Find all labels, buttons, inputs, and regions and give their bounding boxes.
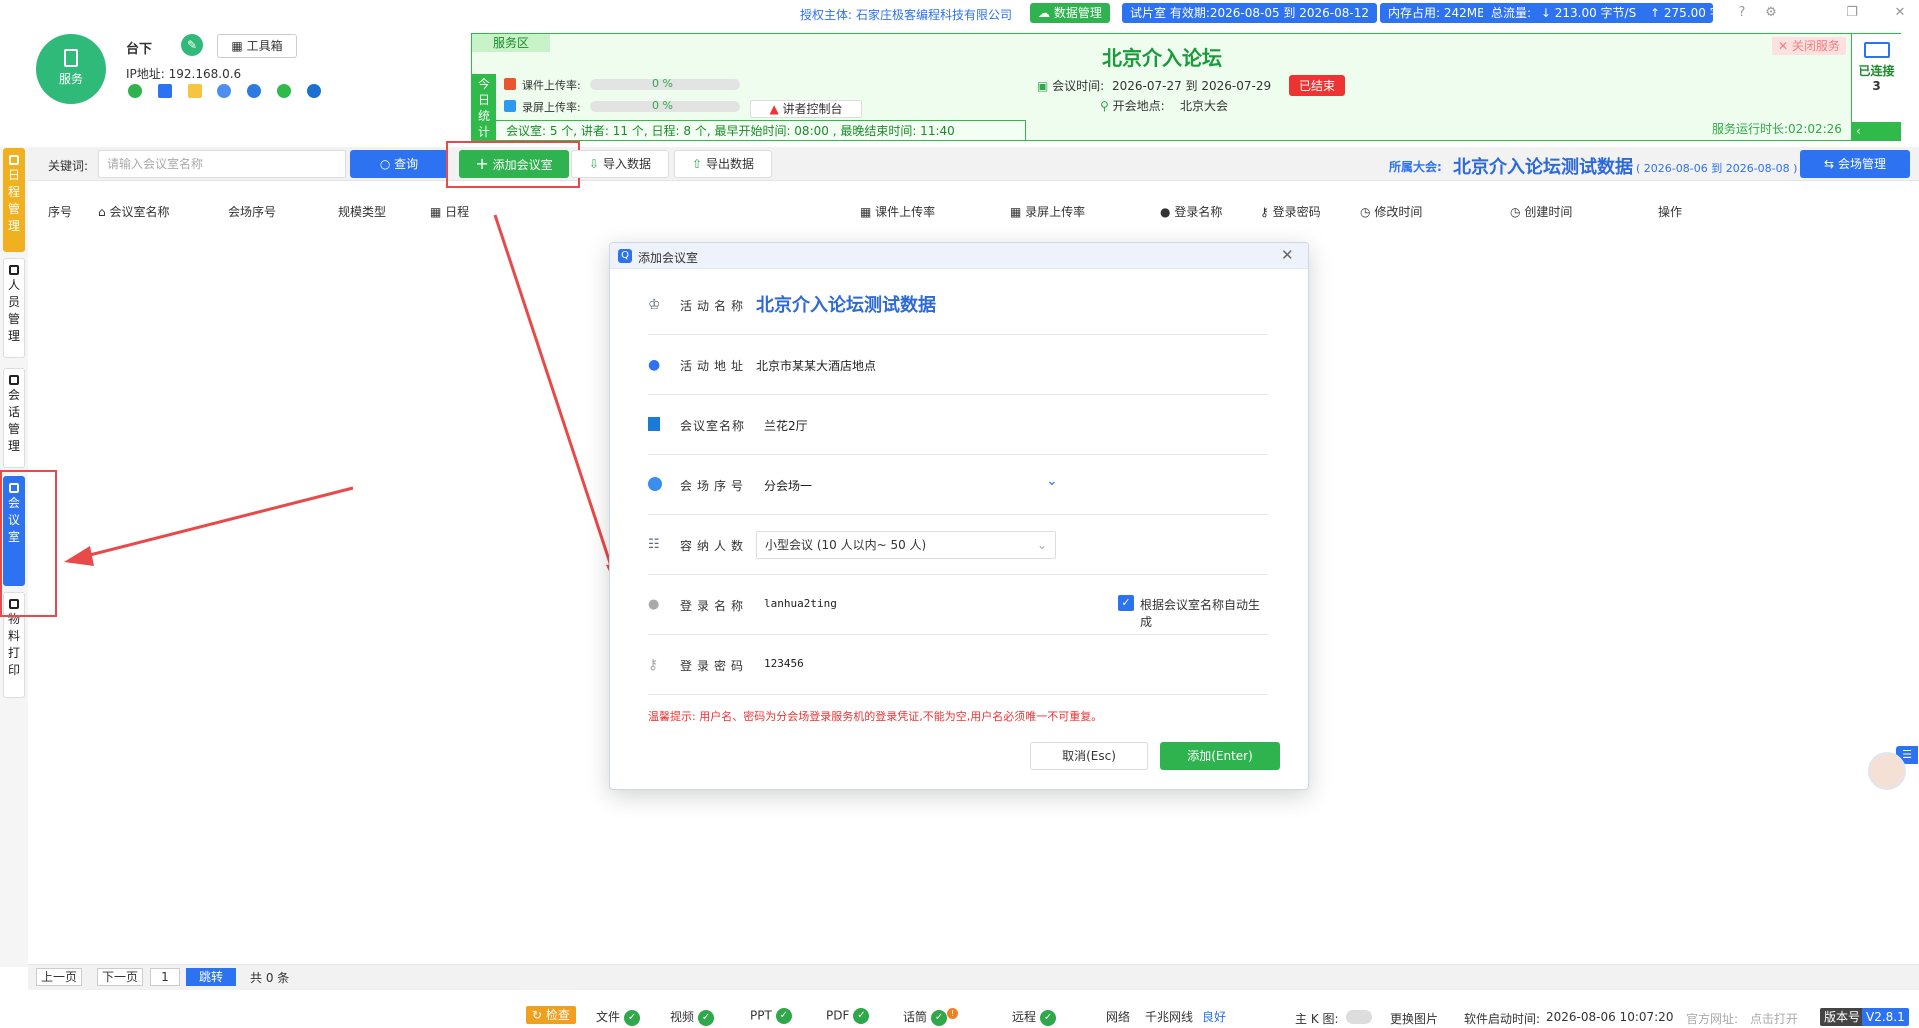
change-picture-button[interactable]: 更换图片 xyxy=(1390,1010,1438,1027)
assistant-avatar[interactable] xyxy=(1868,752,1906,790)
login-name-label: 登录名称 xyxy=(680,599,749,613)
status-video: 视频 ✓ xyxy=(670,1008,715,1026)
row-room-name: 会议室名称 兰花2厅 xyxy=(648,395,1268,455)
row-venue-no: 会场序号 分会场一 ⌄ xyxy=(648,455,1268,515)
status-network-quality: 良好 xyxy=(1202,1010,1227,1024)
dialog-header: Q 添加会议室 ✕ xyxy=(610,243,1308,269)
warning-icon: ! xyxy=(947,1008,959,1019)
check-icon: ✓ xyxy=(698,1009,715,1026)
status-pdf-label: PDF xyxy=(826,1008,850,1023)
prev-page-button[interactable]: 上一页 xyxy=(36,968,82,986)
capacity-select[interactable]: 小型会议 (10 人以内~ 50 人) ⌄ xyxy=(756,531,1056,559)
location-pin-icon: ● xyxy=(648,357,661,373)
venue-no-select[interactable]: 分会场一 xyxy=(764,477,812,494)
check-icon: ✓ xyxy=(1040,1009,1057,1026)
chevron-down-icon: ⌄ xyxy=(1036,538,1047,552)
people-icon: ☷ xyxy=(648,537,660,552)
status-network-label: 网络 xyxy=(1106,1010,1131,1024)
row-capacity: ☷ 容纳人数 小型会议 (10 人以内~ 50 人) ⌄ xyxy=(648,515,1268,575)
confirm-add-button[interactable]: 添加(Enter) xyxy=(1160,742,1280,770)
next-page-button[interactable]: 下一页 xyxy=(97,968,143,986)
capacity-label: 容纳人数 xyxy=(680,539,749,553)
dialog-title: 添加会议室 xyxy=(638,251,699,265)
website-label: 官方网址: xyxy=(1686,1012,1739,1026)
row-login-name: ● 登录名称 lanhua2ting ✓ 根据会议室名称自动生成 xyxy=(648,575,1268,635)
key-icon: ⚷ xyxy=(648,657,659,673)
password-input[interactable]: 123456 xyxy=(764,657,804,670)
room-name-label: 会议室名称 xyxy=(680,419,746,433)
add-room-dialog: Q 添加会议室 ✕ ♔ 活动名称 北京介入论坛测试数据 ● 活动地址 北京市某某… xyxy=(609,242,1309,790)
dialog-close-icon[interactable]: ✕ xyxy=(1281,246,1294,264)
bookmark-icon xyxy=(648,417,660,431)
row-activity-address: ● 活动地址 北京市某某大酒店地点 xyxy=(648,335,1268,395)
status-mic: 话筒 ✓! xyxy=(903,1008,959,1026)
venue-no-label: 会场序号 xyxy=(680,479,749,493)
total-count: 共 0 条 xyxy=(250,971,290,985)
check-icon: ✓ xyxy=(931,1009,948,1026)
jump-button[interactable]: 跳转 xyxy=(186,968,236,986)
password-label: 登录密码 xyxy=(680,659,749,673)
status-pdf: PDF ✓ xyxy=(826,1008,870,1024)
status-video-label: 视频 xyxy=(670,1010,695,1024)
status-file: 文件 ✓ xyxy=(596,1008,641,1026)
status-ppt-label: PPT xyxy=(750,1008,772,1023)
check-icon: ✓ xyxy=(775,1008,792,1024)
hint-text: 温馨提示: 用户名、密码为分会场登录服务机的登录凭证,不能为空,用户名必须唯一不… xyxy=(648,710,1103,723)
pagination-bar xyxy=(28,964,1919,990)
activity-name-value: 北京介入论坛测试数据 xyxy=(756,295,936,316)
check-icon: ✓ xyxy=(624,1009,641,1026)
user-icon: ● xyxy=(648,597,660,612)
status-network-type: 千兆网线 xyxy=(1145,1010,1194,1024)
status-file-label: 文件 xyxy=(596,1010,621,1024)
auto-generate-checkbox[interactable]: ✓ xyxy=(1118,595,1134,611)
activity-name-label: 活动名称 xyxy=(680,299,749,313)
cancel-button[interactable]: 取消(Esc) xyxy=(1030,742,1148,770)
login-name-input[interactable]: lanhua2ting xyxy=(764,597,837,610)
dot-icon xyxy=(648,477,662,491)
main-screen-toggle[interactable] xyxy=(1346,1010,1372,1024)
check-label: 检查 xyxy=(545,1008,570,1022)
activity-address-label: 活动地址 xyxy=(680,359,749,373)
capacity-value: 小型会议 (10 人以内~ 50 人) xyxy=(765,538,927,552)
status-ppt: PPT ✓ xyxy=(750,1008,792,1024)
main-screen-label: 主 K 图: xyxy=(1295,1012,1339,1026)
website-open-link[interactable]: 点击打开 xyxy=(1750,1010,1798,1027)
auto-generate-label: 根据会议室名称自动生成 xyxy=(1140,598,1261,629)
status-remote-label: 远程 xyxy=(1012,1010,1037,1024)
status-mic-label: 话筒 xyxy=(903,1010,928,1024)
chevron-down-icon[interactable]: ⌄ xyxy=(1046,473,1058,489)
app-icon: Q xyxy=(618,249,632,263)
version-value: V2.8.1 xyxy=(1862,1008,1909,1026)
status-remote: 远程 ✓ xyxy=(1012,1008,1057,1026)
crown-icon: ♔ xyxy=(648,297,661,313)
room-name-input[interactable]: 兰花2厅 xyxy=(764,417,808,434)
check-icon: ✓ xyxy=(853,1008,870,1024)
row-password: ⚷ 登录密码 123456 xyxy=(648,635,1268,695)
check-button[interactable]: ↻ 检查 xyxy=(526,1006,576,1024)
page-input[interactable]: 1 xyxy=(150,968,180,986)
start-time-value: 2026-08-06 10:07:20 xyxy=(1546,1010,1674,1024)
row-activity-name: ♔ 活动名称 北京介入论坛测试数据 xyxy=(648,275,1268,335)
start-time-label: 软件启动时间: xyxy=(1464,1012,1541,1026)
activity-address-value: 北京市某某大酒店地点 xyxy=(756,359,877,373)
version-label: 版本号 xyxy=(1820,1008,1865,1026)
